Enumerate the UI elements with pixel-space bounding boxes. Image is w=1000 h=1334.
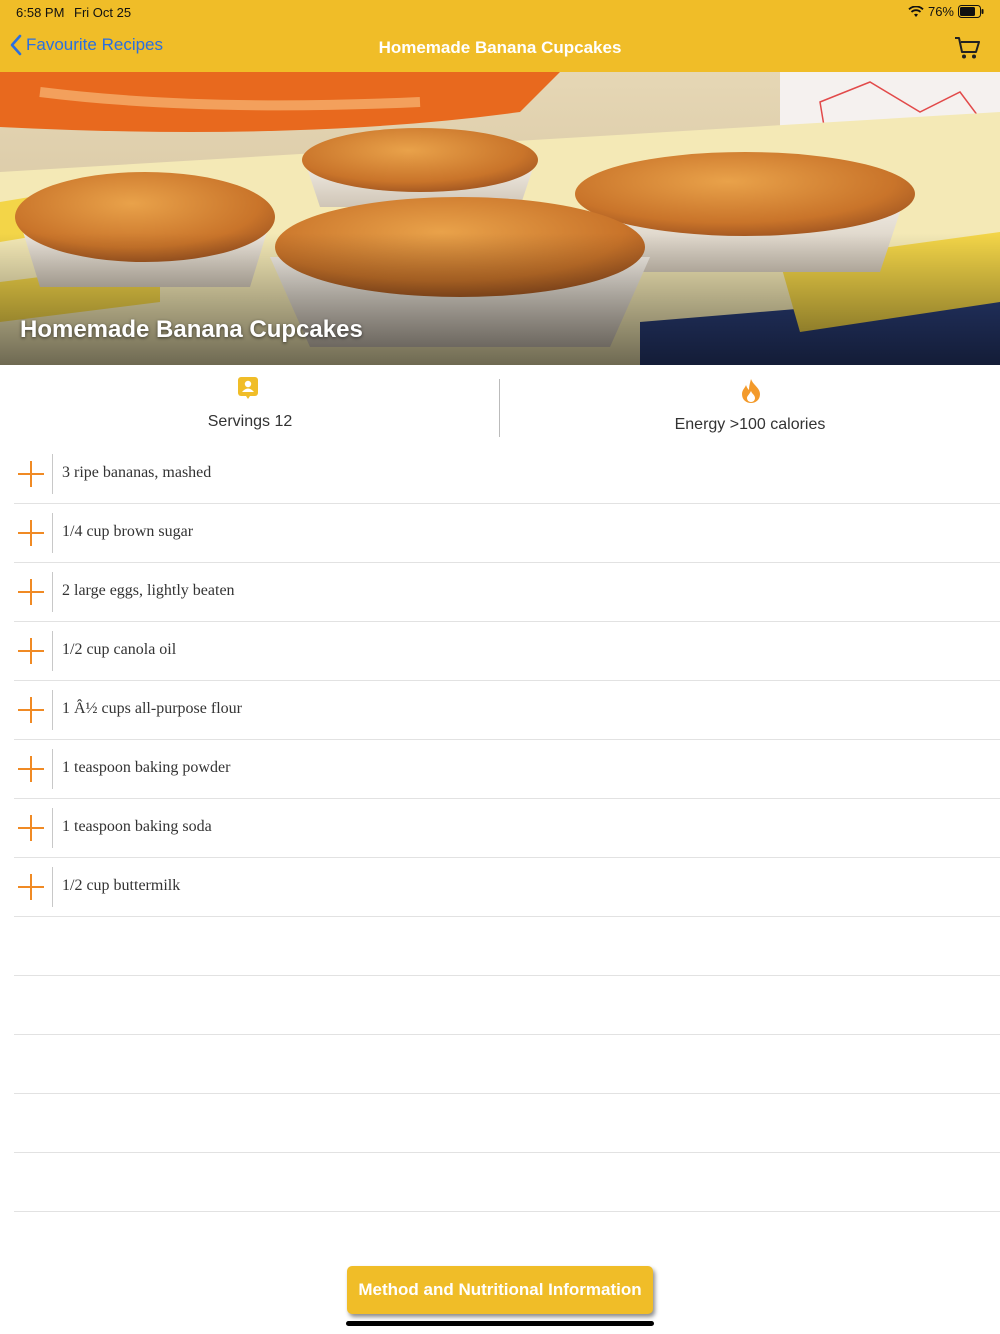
ingredient-text: 2 large eggs, lightly beaten [62,582,235,599]
ingredient-text: 1/2 cup canola oil [62,641,177,658]
row-divider [52,690,53,730]
hero-title: Homemade Banana Cupcakes [20,316,363,343]
ingredient-text: 1 Â½ cups all-purpose flour [62,700,242,717]
battery-percent: 76% [927,4,954,19]
add-icon[interactable] [18,461,44,487]
empty-row [14,976,1000,1035]
ingredient-text: 1 teaspoon baking powder [62,759,231,776]
status-date: Fri Oct 25 [74,5,132,20]
ingredient-text: 1/4 cup brown sugar [62,523,194,540]
add-icon[interactable] [18,579,44,605]
add-icon[interactable] [18,874,44,900]
empty-row [14,1153,1000,1212]
method-nutrition-button[interactable]: Method and Nutritional Information [347,1266,653,1314]
empty-row [14,1035,1000,1094]
flame-icon [742,379,760,403]
add-icon[interactable] [18,815,44,841]
wifi-icon [908,5,924,17]
nav-title: Homemade Banana Cupcakes [378,38,622,57]
row-divider [52,749,53,789]
row-divider [52,808,53,848]
row-divider [52,454,53,494]
recipe-hero-image: Homemade Banana Cupcakes [0,72,1000,365]
add-icon[interactable] [18,756,44,782]
battery-icon [958,5,984,18]
add-icon[interactable] [18,638,44,664]
row-divider [52,513,53,553]
list-item: 1/2 cup buttermilk [14,858,1000,917]
list-item: 3 ripe bananas, mashed [14,445,1000,504]
energy-info: Energy >100 calories [500,365,1000,445]
list-item: 1 teaspoon baking powder [14,740,1000,799]
ingredient-list: 3 ripe bananas, mashed 1/4 cup brown sug… [14,445,1000,1212]
energy-label: Energy >100 calories [674,416,826,433]
recipe-info: Servings 12 Energy >100 calories [0,365,1000,445]
servings-label: Servings 12 [207,413,293,430]
add-icon[interactable] [18,520,44,546]
status-bar: 6:58 PM Fri Oct 25 76% [0,0,1000,24]
empty-row [14,917,1000,976]
list-item: 1/2 cup canola oil [14,622,1000,681]
list-item: 2 large eggs, lightly beaten [14,563,1000,622]
empty-row [14,1094,1000,1153]
servings-info: Servings 12 [0,365,500,445]
ingredient-text: 3 ripe bananas, mashed [62,464,212,481]
status-right: 76% [908,4,984,19]
row-divider [52,631,53,671]
status-time: 6:58 PM [16,5,65,20]
add-icon[interactable] [18,697,44,723]
home-indicator [346,1321,654,1326]
ingredient-text: 1 teaspoon baking soda [62,818,212,835]
cart-icon[interactable] [954,36,980,60]
list-item: 1/4 cup brown sugar [14,504,1000,563]
ingredient-text: 1/2 cup buttermilk [62,877,181,894]
person-badge-icon [238,377,258,399]
list-item: 1 teaspoon baking soda [14,799,1000,858]
nav-bar: Favourite Recipes Homemade Banana Cupcak… [0,24,1000,72]
row-divider [52,867,53,907]
row-divider [52,572,53,612]
list-item: 1 Â½ cups all-purpose flour [14,681,1000,740]
